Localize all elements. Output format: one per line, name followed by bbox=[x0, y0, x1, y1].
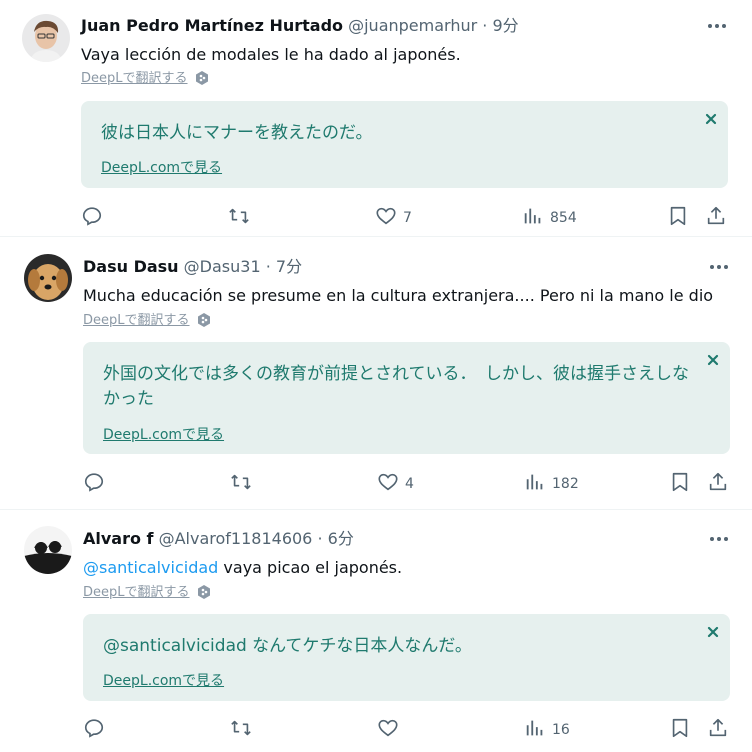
timestamp[interactable]: 7分 bbox=[276, 257, 302, 276]
translation-box: 外国の文化では多くの教育が前提とされている． しかし、彼は握手さえしなかった D… bbox=[83, 342, 730, 454]
avatar-silhouette-icon[interactable] bbox=[24, 526, 72, 574]
deepl-view-link[interactable]: DeepL.comで見る bbox=[101, 159, 222, 177]
share-icon bbox=[709, 718, 727, 737]
separator-dot: · bbox=[317, 529, 323, 548]
deepl-badge-icon bbox=[196, 312, 212, 333]
views-chart-icon bbox=[526, 720, 543, 736]
reply-button[interactable] bbox=[83, 717, 105, 739]
translation-box: @santicalvicidad なんてケチな日本人なんだ。 DeepL.com… bbox=[83, 614, 730, 701]
deepl-translate-label: DeepLで翻訳する bbox=[81, 71, 188, 86]
close-icon[interactable] bbox=[705, 352, 721, 368]
tweet-body: Vaya lección de modales le ha dado al ja… bbox=[81, 45, 461, 64]
deepl-translate-link[interactable]: DeepLで翻訳する bbox=[81, 70, 210, 91]
heart-icon bbox=[378, 719, 398, 737]
tweet-body: Mucha educación se presume en la cultura… bbox=[83, 286, 714, 305]
close-icon[interactable] bbox=[705, 624, 721, 640]
more-dots-icon[interactable] bbox=[706, 16, 728, 36]
share-icon bbox=[709, 472, 727, 491]
translation-text: 外国の文化では多くの教育が前提とされている． しかし、彼は握手さえしなかった bbox=[103, 364, 689, 409]
views-chart-icon bbox=[524, 208, 541, 224]
tweet-body: vaya picao el japonés. bbox=[218, 558, 403, 577]
reply-button[interactable] bbox=[83, 471, 105, 493]
translation-text: @santicalvicidad なんてケチな日本人なんだ。 bbox=[103, 636, 472, 656]
bookmark-button[interactable] bbox=[669, 471, 691, 493]
views-button[interactable]: 182 bbox=[524, 471, 579, 493]
views-button[interactable]: 16 bbox=[524, 717, 570, 739]
author-handle[interactable]: @Alvarof11814606 bbox=[159, 529, 313, 548]
share-button[interactable] bbox=[707, 471, 729, 493]
retweet-icon bbox=[231, 474, 251, 490]
separator-dot: · bbox=[482, 16, 488, 35]
separator-dot: · bbox=[265, 257, 271, 276]
heart-icon bbox=[376, 207, 396, 225]
reply-button[interactable] bbox=[81, 205, 103, 227]
retweet-button[interactable] bbox=[230, 471, 252, 493]
tweet-text: Mucha educación se presume en la cultura… bbox=[83, 285, 713, 307]
bookmark-button[interactable] bbox=[667, 205, 689, 227]
deepl-badge-icon bbox=[194, 70, 210, 91]
like-button[interactable]: 4 bbox=[377, 471, 414, 493]
author-handle[interactable]: @juanpemarhur bbox=[348, 16, 477, 35]
avatar-dog-icon[interactable] bbox=[24, 254, 72, 302]
bookmark-button[interactable] bbox=[669, 717, 691, 739]
mention-link[interactable]: @santicalvicidad bbox=[83, 558, 218, 577]
close-icon[interactable] bbox=[703, 111, 719, 127]
deepl-translate-link[interactable]: DeepLで翻訳する bbox=[83, 312, 212, 333]
deepl-translate-label: DeepLで翻訳する bbox=[83, 313, 190, 328]
reply-icon bbox=[82, 207, 102, 226]
deepl-translate-label: DeepLで翻訳する bbox=[83, 585, 190, 600]
views-button[interactable]: 854 bbox=[522, 205, 577, 227]
timestamp[interactable]: 6分 bbox=[328, 529, 354, 548]
reply-icon bbox=[84, 719, 104, 738]
views-chart-icon bbox=[526, 474, 543, 490]
share-button[interactable] bbox=[707, 717, 729, 739]
author-name[interactable]: Dasu Dasu bbox=[83, 257, 179, 276]
deepl-badge-icon bbox=[196, 584, 212, 605]
tweet-text: Vaya lección de modales le ha dado al ja… bbox=[81, 44, 461, 66]
avatar-person-icon[interactable] bbox=[22, 14, 70, 62]
views-count: 854 bbox=[550, 209, 577, 226]
tweet-text: @santicalvicidad vaya picao el japonés. bbox=[83, 557, 402, 579]
heart-icon bbox=[378, 473, 398, 491]
retweet-button[interactable] bbox=[228, 205, 250, 227]
bookmark-icon bbox=[672, 472, 688, 492]
translation-text: 彼は日本人にマナーを教えたのだ。 bbox=[101, 123, 373, 143]
views-count: 182 bbox=[552, 475, 579, 492]
bookmark-icon bbox=[670, 206, 686, 226]
like-button[interactable]: 7 bbox=[375, 205, 412, 227]
reply-icon bbox=[84, 473, 104, 492]
share-icon bbox=[707, 206, 725, 225]
deepl-view-link[interactable]: DeepL.comで見る bbox=[103, 672, 224, 690]
retweet-button[interactable] bbox=[230, 717, 252, 739]
share-button[interactable] bbox=[705, 205, 727, 227]
deepl-view-link[interactable]: DeepL.comで見る bbox=[103, 426, 224, 444]
views-count: 16 bbox=[552, 721, 570, 738]
bookmark-icon bbox=[672, 718, 688, 738]
author-name[interactable]: Alvaro f bbox=[83, 529, 154, 548]
like-count: 7 bbox=[403, 209, 412, 226]
timestamp[interactable]: 9分 bbox=[492, 16, 518, 35]
author-handle[interactable]: @Dasu31 bbox=[184, 257, 261, 276]
translation-box: 彼は日本人にマナーを教えたのだ。 DeepL.comで見る bbox=[81, 101, 728, 188]
like-button[interactable] bbox=[377, 717, 405, 739]
retweet-icon bbox=[229, 208, 249, 224]
more-dots-icon[interactable] bbox=[708, 529, 730, 549]
tweet[interactable]: Alvaro f @Alvarof11814606 · 6分 @santical… bbox=[0, 510, 752, 752]
retweet-icon bbox=[231, 720, 251, 736]
tweet[interactable]: Dasu Dasu @Dasu31 · 7分 Mucha educación s… bbox=[0, 237, 752, 509]
tweet[interactable]: Juan Pedro Martínez Hurtado @juanpemarhu… bbox=[0, 0, 752, 236]
like-count: 4 bbox=[405, 475, 414, 492]
deepl-translate-link[interactable]: DeepLで翻訳する bbox=[83, 584, 212, 605]
more-dots-icon[interactable] bbox=[708, 257, 730, 277]
author-name[interactable]: Juan Pedro Martínez Hurtado bbox=[81, 16, 343, 35]
